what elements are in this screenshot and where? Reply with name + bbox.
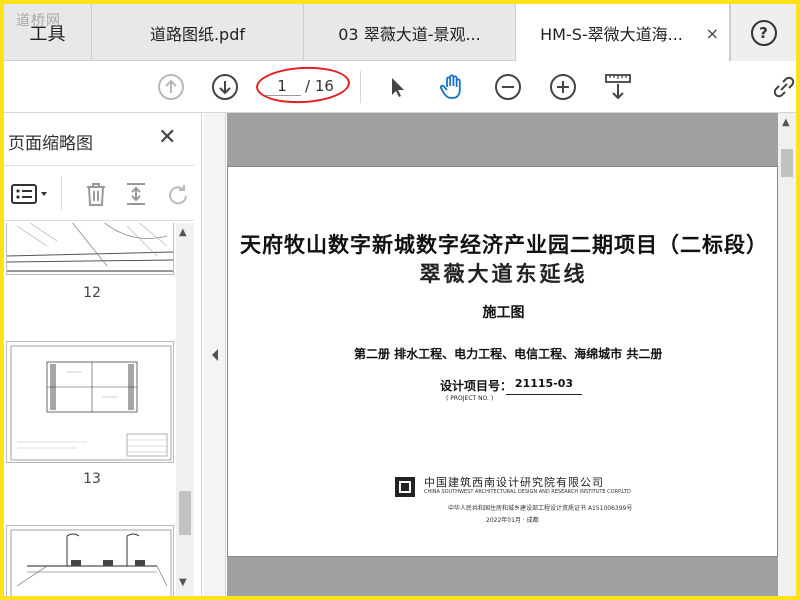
document-subtitle: 翠薇大道东延线 [419,261,588,286]
zoom-in-button[interactable] [547,71,579,103]
help-icon: ? [750,19,777,46]
link-icon [773,76,795,98]
next-page-button[interactable] [209,71,241,103]
thumbnail-list: 12 13 [4,223,194,596]
hand-icon [439,74,461,99]
document-view[interactable]: 天府牧山数字新城数字经济产业园二期项目（二标段） 翠薇大道东延线 施工图 第二册… [227,113,778,596]
scroll-up-icon[interactable]: ▲ [179,227,187,238]
ruler-arrow-icon [605,74,631,100]
page-extract-icon [127,183,145,205]
thumbnail-options-button[interactable] [8,178,52,210]
extract-page-button[interactable] [120,178,152,210]
scrollbar-thumb[interactable] [179,491,191,535]
panel-collapse-handle[interactable] [204,113,226,596]
thumbnail-scrollbar[interactable]: ▲ ▼ [176,223,194,596]
tab-road-drawings[interactable]: 道路图纸.pdf [92,4,304,61]
thumbnail-page-13[interactable] [6,341,174,463]
panel-toolbar [4,165,194,221]
tab-bar: 工具 道桥网 道路图纸.pdf 03 翠薇大道-景观... HM-S-翠微大道海… [4,4,796,61]
link-tool-button[interactable] [768,71,796,103]
rotate-page-button[interactable] [162,178,194,210]
highlight-annotation [255,64,351,106]
volume-info: 第二册 排水工程、电力工程、电信工程、海绵城市 共二册 [354,347,663,361]
certificate-number: 中华人民共和国住房和城乡建设部工程设计资质证书 A151006399号 [448,505,633,512]
trash-icon [87,183,105,206]
rotate-icon [169,185,187,205]
arrow-down-circle-icon [212,74,238,100]
tab-label: 03 翠薇大道-景观... [338,24,481,44]
close-tab-icon[interactable]: × [706,24,719,43]
plus-circle-icon [550,74,576,100]
road-plan-drawing [7,223,173,272]
document-scrollbar[interactable]: ▲ [778,113,796,596]
street-lamp-drawing [10,529,172,596]
toolbar-divider [360,71,361,103]
arrow-up-circle-icon [158,74,184,100]
thumbnail-panel: 页面缩略图 ✕ 12 13 ▲ ▼ [4,113,202,596]
pdf-page: 天府牧山数字新城数字经济产业园二期项目（二标段） 翠薇大道东延线 施工图 第二册… [227,166,778,557]
thumbnail-page-12[interactable] [6,223,174,275]
watermark: 道桥网 [16,13,61,29]
zoom-out-button[interactable] [492,71,524,103]
panel-title: 页面缩略图 [8,134,93,154]
scrollbar-thumb[interactable] [781,149,793,177]
tab-label: HM-S-翠微大道海... [540,24,683,44]
cursor-arrow-icon [392,78,404,97]
toolbar: 1 / 16 [4,61,796,113]
help-button[interactable]: ? [730,4,796,61]
tab-landscape[interactable]: 03 翠薇大道-景观... [304,4,516,61]
thumbnail-label: 13 [83,471,101,487]
document-title: 天府牧山数字新城数字经济产业园二期项目（二标段） [240,232,768,257]
pipe-section-drawing [10,345,172,461]
scroll-up-icon[interactable]: ▲ [782,117,790,128]
project-number-label: 设计项目号： [440,379,513,393]
drawing-stage: 施工图 [482,305,525,321]
company-name: 中国建筑西南设计研究院有限公司 [424,476,604,489]
hand-tool-button[interactable] [436,71,468,103]
thumbnail-page-14[interactable] [6,525,174,596]
document-date: 2022年01月 · 成都 [486,517,539,524]
app-window: 工具 道桥网 道路图纸.pdf 03 翠薇大道-景观... HM-S-翠微大道海… [4,4,796,596]
chevron-left-icon [211,348,218,361]
thumbnail-label: 12 [83,285,101,301]
company-name-en: CHINA SOUTHWEST ARCHITECTURAL DESIGN AND… [424,489,631,495]
project-number-label-en: ( PROJECT NO. ) [446,395,494,402]
previous-page-button[interactable] [155,71,187,103]
scroll-down-icon[interactable]: ▼ [179,577,187,588]
project-number: 21115-03 [506,377,582,395]
company-logo [395,477,415,497]
minus-circle-icon [495,74,521,100]
close-panel-icon[interactable]: ✕ [158,125,176,150]
page-display-button[interactable] [602,71,634,103]
panel-divider [61,176,62,210]
delete-page-button[interactable] [80,178,112,210]
select-tool-button[interactable] [382,71,414,103]
tab-label: 道路图纸.pdf [149,24,246,44]
list-options-icon [11,184,47,204]
tab-current-document[interactable]: HM-S-翠微大道海... × [516,4,730,61]
